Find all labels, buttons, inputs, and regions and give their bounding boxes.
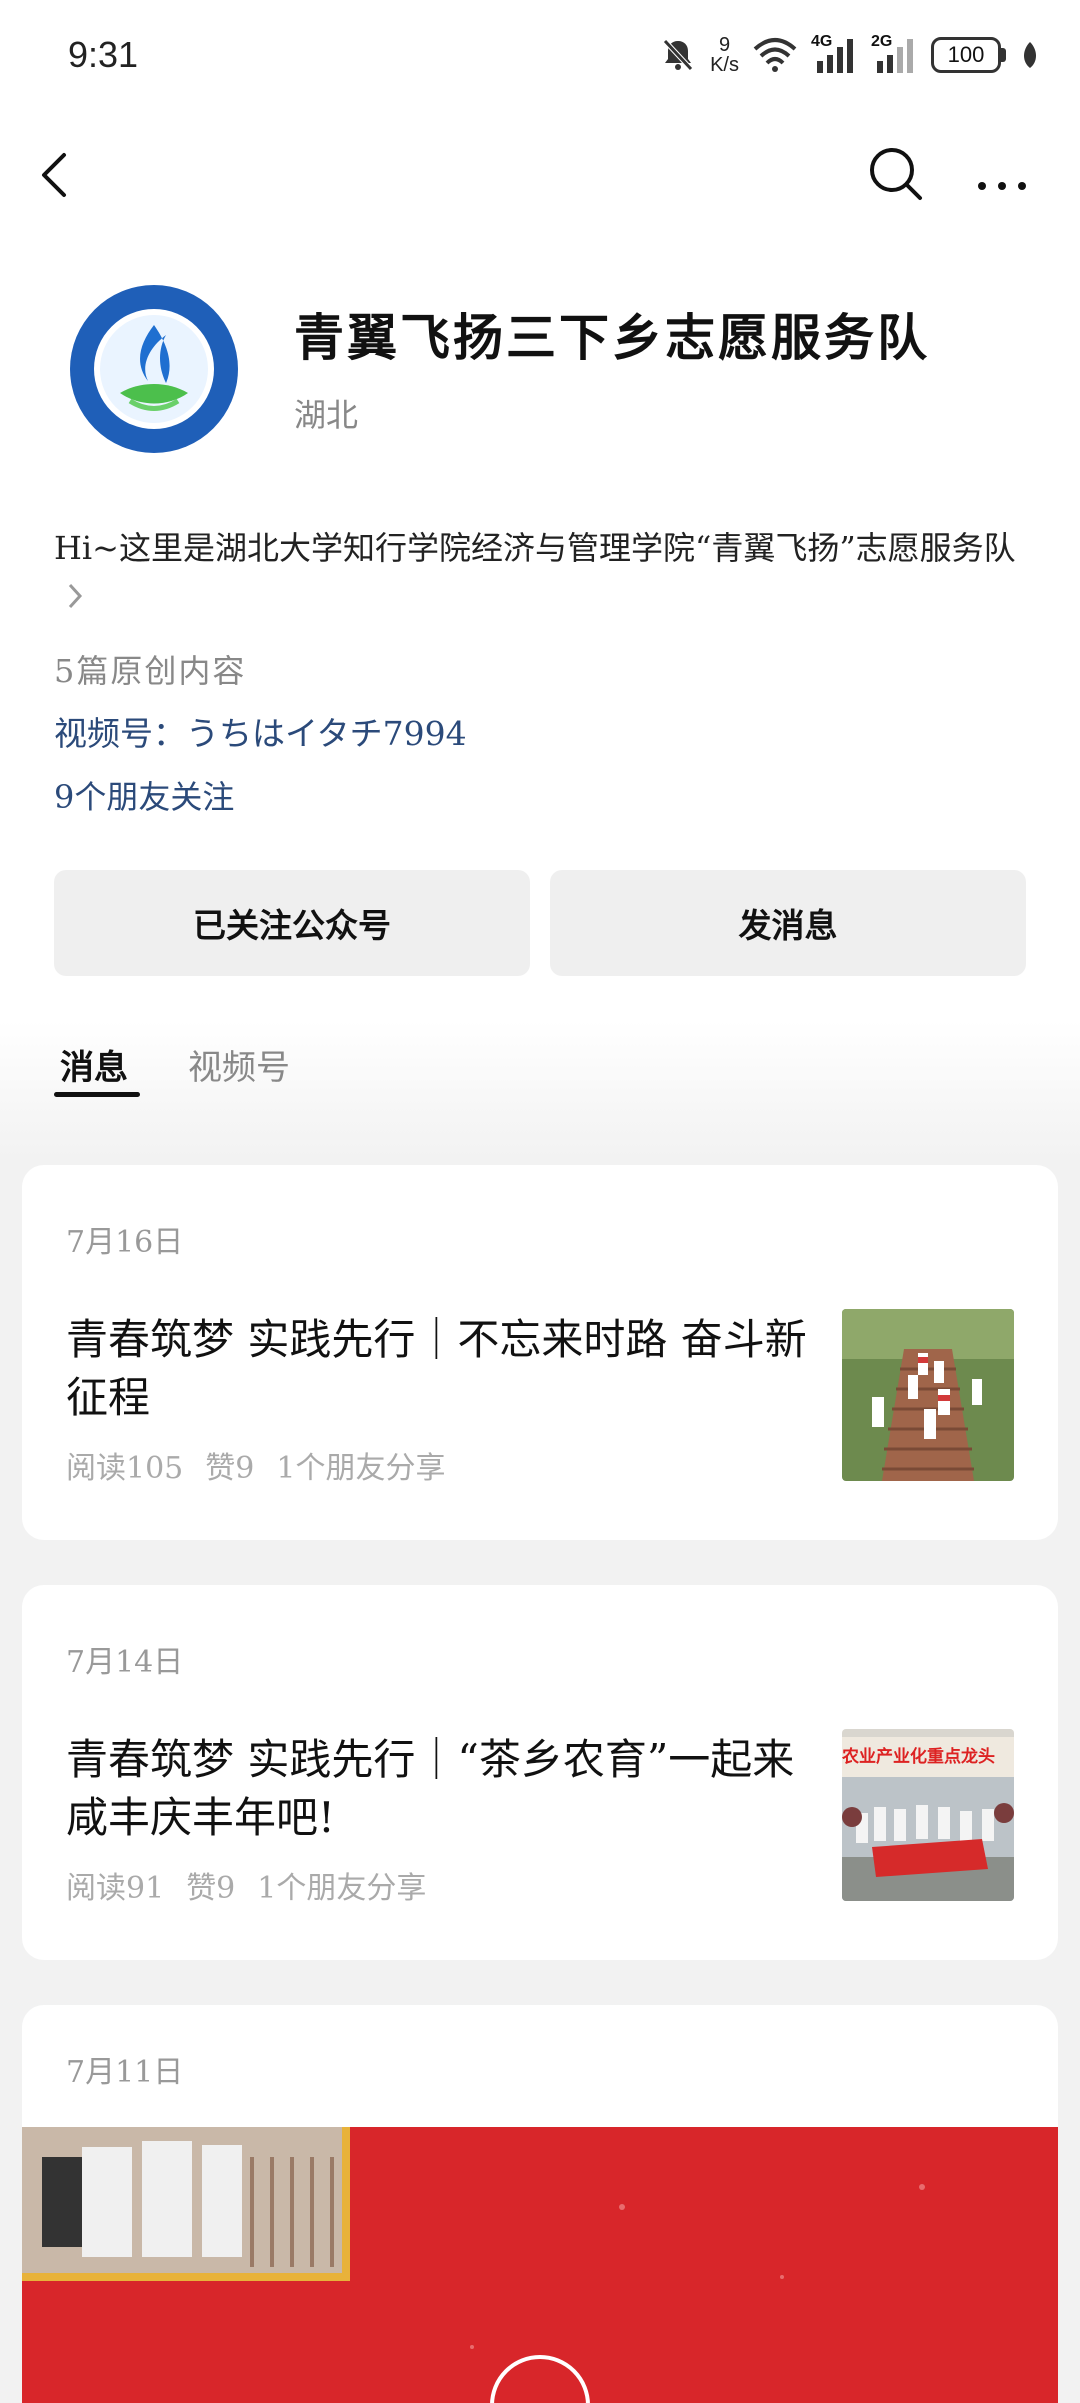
more-button[interactable]	[970, 142, 1034, 206]
article-thumbnail: 农业产业化重点龙头	[842, 1729, 1014, 1901]
like-count: 赞9	[186, 1871, 236, 1906]
tab-active-indicator	[54, 1092, 140, 1097]
read-count: 阅读91	[66, 1871, 165, 1906]
read-count: 阅读105	[66, 1451, 184, 1486]
volunteer-team-logo-icon	[70, 285, 238, 453]
original-count: 5篇原创内容	[54, 652, 247, 690]
channel-link[interactable]: 视频号：うちはイタチ7994	[54, 707, 467, 755]
group-with-banner-photo-icon	[842, 1777, 1014, 1901]
chevron-left-icon	[42, 153, 66, 197]
chevron-right-icon	[64, 574, 86, 626]
friends-following[interactable]: 9个朋友关注	[54, 772, 234, 818]
net2-label: 2G	[871, 33, 893, 50]
article-title: 青春筑梦 实践先行｜不忘来时路 奋斗新征程	[66, 1315, 807, 1422]
share-count: 1个朋友分享	[257, 1871, 427, 1906]
account-region: 湖北	[294, 396, 359, 434]
video-card[interactable]: 7月11日	[22, 2005, 1058, 2403]
article-meta: 阅读105 赞9 1个朋友分享	[66, 1443, 467, 1487]
search-button[interactable]	[864, 142, 928, 206]
article-meta: 阅读91 赞9 1个朋友分享	[66, 1863, 448, 1907]
account-name: 青翼飞扬三下乡志愿服务队	[294, 308, 930, 367]
article-card[interactable]: 7月14日 青春筑梦 实践先行｜“茶乡农育”一起来咸丰庆丰年吧! 阅读91 赞9 1…	[22, 1585, 1058, 1960]
battery-level: 100	[931, 37, 1001, 73]
speed-unit: K/s	[710, 54, 739, 76]
video-cover	[22, 2127, 1058, 2403]
tab-messages[interactable]: 消息	[60, 1040, 128, 1089]
article-thumbnail	[842, 1309, 1014, 1481]
like-count: 赞9	[205, 1451, 255, 1486]
mute-bell-icon	[660, 37, 696, 73]
signal-2g-icon: 2G	[871, 33, 917, 73]
share-count: 1个朋友分享	[276, 1451, 446, 1486]
leaf-icon	[1020, 40, 1040, 70]
account-intro[interactable]: Hi~这里是湖北大学知行学院经济与管理学院“青翼飞扬”志愿服务队	[54, 522, 1024, 626]
article-title: 青春筑梦 实践先行｜“茶乡农育”一起来咸丰庆丰年吧!	[66, 1735, 795, 1842]
tab-channels[interactable]: 视频号	[188, 1040, 290, 1089]
status-bar: 9:31 9 K/s 4G 2G 100	[0, 0, 1080, 110]
article-card[interactable]: 7月16日 青春筑梦 实践先行｜不忘来时路 奋斗新征程 阅读105 赞9 1个朋友分…	[22, 1165, 1058, 1540]
signal-4g-icon: 4G	[811, 33, 857, 73]
followed-button[interactable]: 已关注公众号	[54, 870, 530, 976]
network-speed: 9 K/s	[710, 35, 739, 75]
speed-value: 9	[718, 34, 731, 56]
thumb-banner-text: 农业产业化重点龙头	[842, 1737, 1014, 1777]
group-on-stairs-photo-icon	[842, 1309, 1014, 1481]
article-date: 7月14日	[66, 1645, 184, 1680]
more-dots-icon	[978, 182, 1026, 190]
back-button[interactable]	[28, 145, 88, 205]
search-icon	[870, 148, 922, 200]
article-date: 7月16日	[66, 1225, 184, 1260]
nav-bar	[0, 130, 1080, 220]
status-icons: 9 K/s 4G 2G 100	[660, 30, 1040, 80]
status-time: 9:31	[68, 34, 139, 75]
battery-tip	[1001, 48, 1006, 62]
wifi-icon	[753, 37, 797, 73]
account-logo[interactable]	[70, 285, 238, 453]
intro-text: Hi~这里是湖北大学知行学院经济与管理学院“青翼飞扬”志愿服务队	[54, 529, 1016, 567]
net1-label: 4G	[811, 33, 833, 50]
battery-icon: 100	[931, 37, 1006, 73]
article-date: 7月11日	[66, 2055, 184, 2090]
send-message-button[interactable]: 发消息	[550, 870, 1026, 976]
